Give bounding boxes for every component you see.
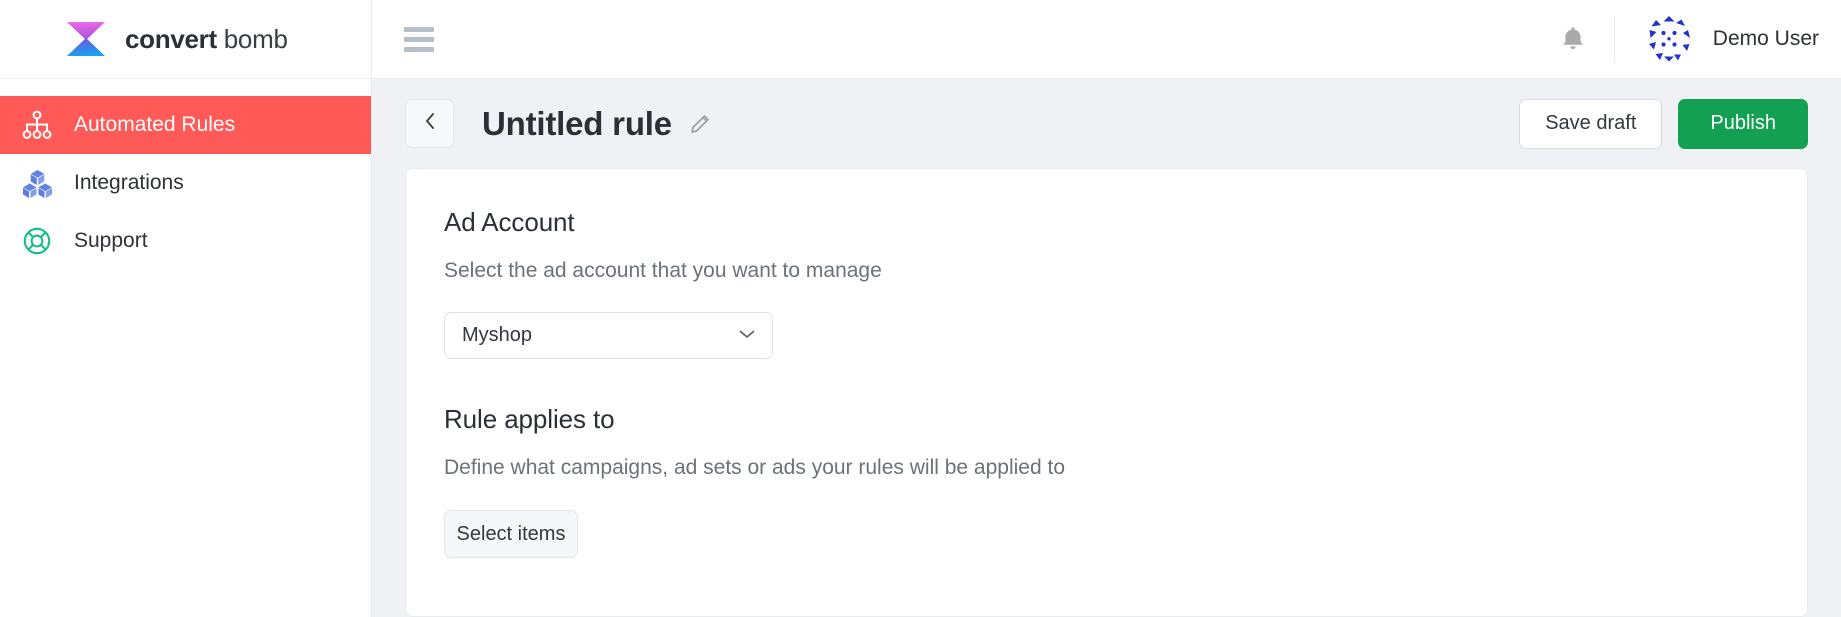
select-items-button[interactable]: Select items bbox=[444, 510, 578, 558]
ad-account-select[interactable]: Myshop bbox=[444, 312, 773, 359]
pencil-icon[interactable] bbox=[688, 112, 712, 136]
hamburger-icon[interactable] bbox=[404, 26, 434, 52]
content-wrapper: Ad Account Select the ad account that yo… bbox=[372, 168, 1841, 617]
rule-applies-to-description: Define what campaigns, ad sets or ads yo… bbox=[444, 456, 1065, 479]
sitemap-icon bbox=[18, 106, 56, 144]
bell-icon[interactable] bbox=[1560, 25, 1586, 53]
app-root: convert bomb Automated Rules Integration… bbox=[0, 0, 1841, 617]
page-title: Untitled rule bbox=[482, 104, 672, 142]
brand-name-bold: convert bbox=[125, 23, 217, 54]
user-name: Demo User bbox=[1712, 27, 1819, 50]
brand-name-light bbox=[217, 24, 224, 54]
rule-applies-to-title: Rule applies to bbox=[444, 404, 615, 434]
brand-name: convert bomb bbox=[125, 24, 288, 55]
avatar bbox=[1642, 13, 1713, 65]
hamburger-line bbox=[404, 36, 434, 42]
chevron-down-icon bbox=[738, 327, 756, 345]
main-area: Demo User Untitled rule Save draft Publi… bbox=[372, 0, 1841, 617]
sidebar: convert bomb Automated Rules Integration… bbox=[0, 0, 372, 617]
cubes-icon bbox=[18, 164, 56, 202]
ad-account-title: Ad Account bbox=[444, 207, 575, 237]
save-draft-button[interactable]: Save draft bbox=[1519, 98, 1663, 149]
sidebar-item-label: Integrations bbox=[74, 171, 184, 194]
hourglass-logo-icon bbox=[64, 19, 108, 59]
topbar-divider bbox=[1613, 16, 1615, 62]
ad-account-select-value: Myshop bbox=[462, 324, 533, 346]
sidebar-item-integrations[interactable]: Integrations bbox=[0, 154, 371, 212]
sidebar-item-support[interactable]: Support bbox=[0, 212, 371, 270]
sidebar-nav: Automated Rules Integrations Support bbox=[0, 79, 371, 270]
page-header: Untitled rule Save draft Publish bbox=[372, 79, 1841, 168]
brand-header[interactable]: convert bomb bbox=[0, 0, 371, 79]
hamburger-line bbox=[404, 26, 434, 32]
sidebar-item-label: Support bbox=[74, 229, 148, 252]
sidebar-item-automated-rules[interactable]: Automated Rules bbox=[0, 96, 371, 154]
back-button[interactable] bbox=[405, 99, 454, 148]
user-menu[interactable]: Demo User bbox=[1642, 13, 1819, 65]
brand-name-light-text: bomb bbox=[223, 23, 288, 54]
sidebar-item-label: Automated Rules bbox=[74, 113, 236, 136]
hamburger-line bbox=[404, 46, 434, 52]
rule-form-card: Ad Account Select the ad account that yo… bbox=[405, 168, 1808, 617]
ad-account-description: Select the ad account that you want to m… bbox=[444, 259, 882, 282]
publish-button[interactable]: Publish bbox=[1678, 98, 1808, 149]
chevron-left-icon bbox=[423, 111, 437, 136]
life-ring-icon bbox=[18, 222, 56, 260]
top-bar: Demo User bbox=[372, 0, 1841, 79]
